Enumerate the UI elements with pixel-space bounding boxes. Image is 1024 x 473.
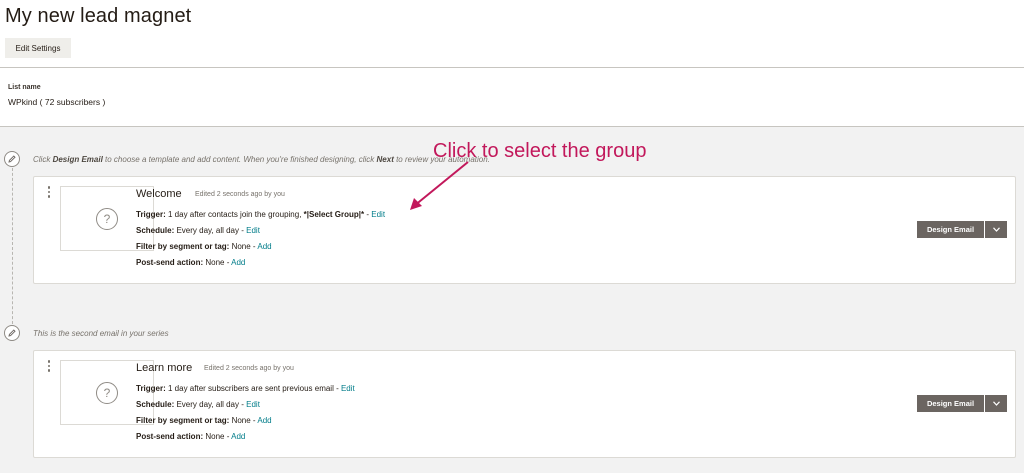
filter-row: Filter by segment or tag: None - Add xyxy=(136,242,272,251)
trigger-row: Trigger: 1 day after subscribers are sen… xyxy=(136,384,355,393)
annotation-arrow-icon xyxy=(410,161,469,210)
filter-add-link[interactable]: Add xyxy=(257,242,271,251)
trigger-edit-link[interactable]: Edit xyxy=(341,384,355,393)
list-name-label: List name xyxy=(8,84,41,91)
design-email-dropdown-button[interactable] xyxy=(985,221,1007,238)
email-title: Welcome xyxy=(136,188,182,200)
step-instruction: This is the second email in your series xyxy=(33,329,169,338)
post-send-add-link[interactable]: Add xyxy=(231,258,245,267)
schedule-edit-link[interactable]: Edit xyxy=(246,226,260,235)
drag-handle-icon[interactable] xyxy=(47,186,51,200)
drag-handle-icon[interactable] xyxy=(47,360,51,374)
schedule-row: Schedule: Every day, all day - Edit xyxy=(136,226,260,235)
schedule-edit-link[interactable]: Edit xyxy=(246,400,260,409)
page-title: My new lead magnet xyxy=(5,5,192,27)
trigger-edit-link[interactable]: Edit xyxy=(371,210,385,219)
timeline-connector xyxy=(12,168,13,324)
question-mark-icon: ? xyxy=(96,207,118,230)
chevron-down-icon xyxy=(992,401,1000,406)
design-email-dropdown-button[interactable] xyxy=(985,395,1007,412)
post-send-row: Post-send action: None - Add xyxy=(136,432,246,441)
list-name-value: WPkind ( 72 subscribers ) xyxy=(8,97,106,107)
design-email-button[interactable]: Design Email xyxy=(917,395,984,412)
email-edited-status: Edited 2 seconds ago by you xyxy=(204,365,294,372)
question-mark-icon: ? xyxy=(96,381,118,404)
email-edited-status: Edited 2 seconds ago by you xyxy=(195,191,285,198)
filter-row: Filter by segment or tag: None - Add xyxy=(136,416,272,425)
pencil-icon xyxy=(4,325,20,341)
post-send-add-link[interactable]: Add xyxy=(231,432,245,441)
post-send-row: Post-send action: None - Add xyxy=(136,258,246,267)
email-card-welcome: ? Welcome Edited 2 seconds ago by you Tr… xyxy=(33,176,1016,284)
chevron-down-icon xyxy=(992,227,1000,232)
trigger-row: Trigger: 1 day after contacts join the g… xyxy=(136,210,386,219)
design-email-button[interactable]: Design Email xyxy=(917,221,984,238)
email-card-learn-more: ? Learn more Edited 2 seconds ago by you… xyxy=(33,350,1016,458)
filter-add-link[interactable]: Add xyxy=(257,416,271,425)
email-title: Learn more xyxy=(136,362,193,374)
divider xyxy=(0,67,1024,68)
schedule-row: Schedule: Every day, all day - Edit xyxy=(136,400,260,409)
pencil-icon xyxy=(4,151,20,167)
edit-settings-button[interactable]: Edit Settings xyxy=(5,38,71,58)
